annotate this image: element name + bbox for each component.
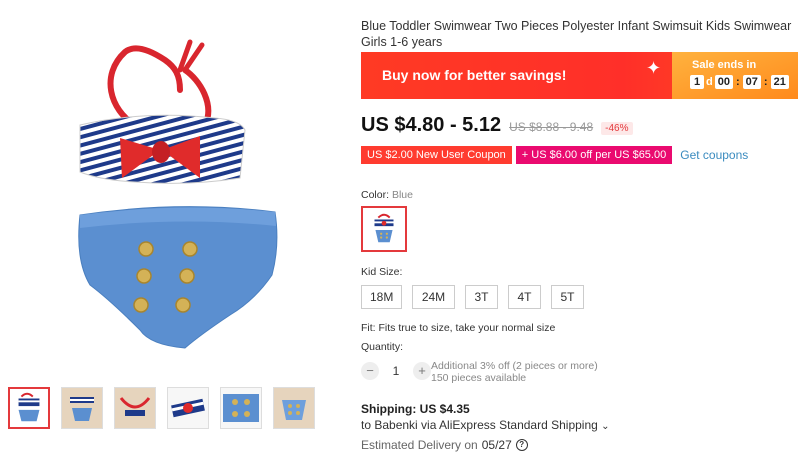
product-title: Blue Toddler Swimwear Two Pieces Polyest…	[361, 19, 792, 49]
size-option-5t[interactable]: 5T	[551, 285, 584, 309]
sale-countdown-box: Sale ends in 1 d 00 : 07 : 21	[672, 52, 798, 99]
thumbnail-1[interactable]	[8, 387, 50, 429]
main-product-image	[40, 30, 330, 360]
countdown-separator: :	[735, 76, 740, 88]
shipping-method[interactable]: to Babenki via AliExpress Standard Shipp…	[361, 418, 610, 432]
original-price: US $8.88 - 9.48	[509, 120, 594, 134]
store-coupon[interactable]: + US $6.00 off per US $65.00	[515, 146, 673, 164]
delivery-prefix: Estimated Delivery on	[361, 438, 478, 452]
color-label-row: Color: Blue	[361, 189, 413, 201]
thumbnail-5[interactable]	[220, 387, 262, 429]
coupon-row: US $2.00 New User Coupon + US $6.00 off …	[361, 146, 748, 164]
thumbnail-4[interactable]	[167, 387, 209, 429]
thumbnail-3[interactable]	[114, 387, 156, 429]
sale-ends-label: Sale ends in	[692, 59, 757, 71]
shipping-cost: Shipping: US $4.35	[361, 402, 470, 416]
new-user-coupon[interactable]: US $2.00 New User Coupon	[361, 146, 512, 164]
fit-note: Fit: Fits true to size, take your normal…	[361, 322, 556, 334]
countdown-days-unit: d	[706, 76, 713, 88]
countdown-minutes: 07	[742, 75, 761, 89]
size-option-4t[interactable]: 4T	[508, 285, 541, 309]
current-price: US $4.80 - 5.12	[361, 114, 502, 136]
color-selected-value: Blue	[391, 189, 413, 201]
quantity-value[interactable]: 1	[389, 364, 403, 378]
promo-banner: Buy now for better savings! ✦ Sale ends …	[361, 52, 798, 99]
thumbnail-6[interactable]	[273, 387, 315, 429]
chevron-down-icon[interactable]: ⌄	[601, 421, 609, 432]
size-label: Kid Size:	[361, 266, 403, 278]
color-label: Color:	[361, 189, 390, 201]
countdown-seconds: 21	[770, 75, 789, 89]
stock-available-text: 150 pieces available	[431, 372, 527, 384]
banner-text: Buy now for better savings!	[382, 67, 567, 83]
quantity-decrease-button[interactable]: −	[361, 362, 379, 380]
countdown-separator: :	[763, 76, 768, 88]
thumbnail-strip	[8, 387, 315, 429]
quantity-increase-button[interactable]: +	[413, 362, 431, 380]
price-row: US $4.80 - 5.12 US $8.88 - 9.48 -46%	[361, 114, 633, 137]
quantity-info: Additional 3% off (2 pieces or more) 150…	[431, 360, 598, 384]
countdown-timer: 1 d 00 : 07 : 21	[690, 75, 789, 89]
quantity-label: Quantity:	[361, 341, 404, 353]
question-circle-icon[interactable]: ?	[515, 439, 528, 451]
size-option-24m[interactable]: 24M	[412, 285, 455, 309]
size-options: 18M 24M 3T 4T 5T	[361, 285, 584, 309]
get-coupons-link[interactable]: Get coupons	[680, 148, 748, 162]
thumbnail-2[interactable]	[61, 387, 103, 429]
shipping-method-text[interactable]: to Babenki via AliExpress Standard Shipp…	[361, 418, 598, 432]
discount-badge: -46%	[601, 122, 633, 135]
estimated-delivery: Estimated Delivery on 05/27 ?	[361, 438, 528, 452]
size-option-3t[interactable]: 3T	[465, 285, 498, 309]
color-swatch-blue[interactable]	[361, 206, 407, 252]
countdown-hours: 00	[714, 75, 733, 89]
countdown-days: 1	[690, 75, 704, 89]
bulk-offer-text: Additional 3% off (2 pieces or more)	[431, 360, 598, 372]
quantity-stepper: − 1 +	[361, 362, 431, 380]
size-option-18m[interactable]: 18M	[361, 285, 402, 309]
sparkle-icon: ✦	[646, 58, 662, 78]
delivery-date: 05/27	[481, 438, 512, 452]
